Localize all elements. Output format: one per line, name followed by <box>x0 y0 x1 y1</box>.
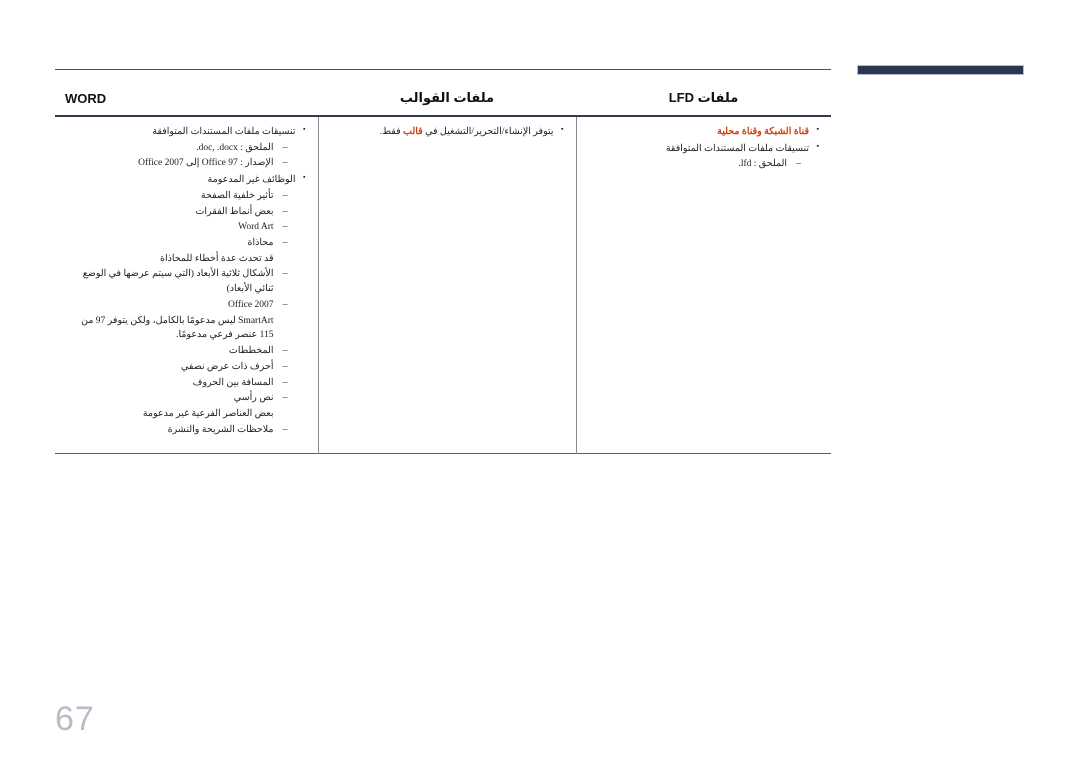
word-note-alignment: قد تحدث عدة أخطاء للمحاذاة <box>160 253 274 264</box>
word-formats-sublist: الملحق : doc, .docx. الإصدار : Office 97… <box>67 141 296 171</box>
word-unsupported-paragraph-styles: بعض أنماط الفقرات <box>67 205 296 220</box>
lfd-bullet-supported-channels: قناة الشبكة وقناة محلية <box>589 124 820 140</box>
template-bullet-availability: يتوفر الإنشاء/التحرير/التشغيل في قالب فق… <box>331 124 564 140</box>
template-availability-text: يتوفر الإنشاء/التحرير/التشغيل في قالب فق… <box>379 127 554 137</box>
word-list: تنسيقات ملفات المستندات المتوافقة الملحق… <box>67 124 306 438</box>
lfd-list: قناة الشبكة وقناة محلية تنسيقات ملفات ال… <box>589 124 820 172</box>
column-header-word: WORD <box>65 91 107 106</box>
word-note-subelements: بعض العناصر الفرعية غير مدعومة <box>142 408 274 419</box>
word-extension-item: الملحق : doc, .docx. <box>67 141 296 156</box>
word-unsupported-office-2007: Office 2007 <box>67 298 296 313</box>
word-bullet-formats: تنسيقات ملفات المستندات المتوافقة الملحق… <box>67 124 306 171</box>
page-number: 67 <box>55 700 95 738</box>
word-bullet-unsupported: الوظائف غير المدعومة تأثير خلفية الصفحة … <box>67 172 306 438</box>
lfd-formats-sublist: الملحق : lfd. <box>589 157 810 172</box>
cell-word-files: تنسيقات ملفات المستندات المتوافقة الملحق… <box>55 116 318 454</box>
header-rule <box>55 69 831 70</box>
word-version-item: الإصدار : Office 97 إلى Office 2007 <box>67 156 296 171</box>
word-unsupported-3d-shapes: الأشكال ثلاثية الأبعاد (التي سيتم عرضها … <box>67 267 296 296</box>
word-unsupported-vertical-text: نص رأسي <box>67 391 296 406</box>
word-unsupported-letter-spacing: المسافة بين الحروف <box>67 376 296 391</box>
word-unsupported-page-background: تأثير خلفية الصفحة <box>67 189 296 204</box>
table-header-row: ملفات LFD ملفات القوالب WORD <box>55 84 831 116</box>
header-accent-bar <box>857 65 1024 75</box>
cell-lfd-files: قناة الشبكة وقناة محلية تنسيقات ملفات ال… <box>575 116 831 454</box>
lfd-formats-label: تنسيقات ملفات المستندات المتوافقة <box>665 143 809 154</box>
table-row: قناة الشبكة وقناة محلية تنسيقات ملفات ال… <box>55 116 831 454</box>
word-unsupported-word-art: Word Art <box>67 220 296 235</box>
word-unsupported-charts: المخططات <box>67 344 296 359</box>
lfd-supported-channels-text: قناة الشبكة وقناة محلية <box>717 127 809 137</box>
template-highlight-word: قالب <box>403 127 423 137</box>
document-page: { "page": { "number": "67", "accent_colo… <box>0 0 1080 763</box>
cell-template-files: يتوفر الإنشاء/التحرير/التشغيل في قالب فق… <box>317 116 576 454</box>
column-header-templates: ملفات القوالب <box>399 90 495 105</box>
word-unsupported-slide-notes: ملاحظات الشريحة والنشرة <box>67 423 296 438</box>
column-header-lfd: ملفات LFD <box>668 90 739 105</box>
word-unsupported-halfwidth-chars: أحرف ذات عرض نصفي <box>67 360 296 375</box>
word-note-smartart: SmartArt ليس مدعومًا بالكامل، ولكن يتوفر… <box>81 315 274 341</box>
lfd-bullet-formats: تنسيقات ملفات المستندات المتوافقة الملحق… <box>589 141 820 172</box>
word-formats-label: تنسيقات ملفات المستندات المتوافقة <box>152 127 296 137</box>
word-unsupported-label: الوظائف غير المدعومة <box>207 175 296 186</box>
lfd-extension-item: الملحق : lfd. <box>589 157 810 172</box>
template-list: يتوفر الإنشاء/التحرير/التشغيل في قالب فق… <box>331 124 564 140</box>
compatibility-table: ملفات LFD ملفات القوالب WORD قناة الشبكة… <box>55 84 831 454</box>
word-unsupported-sublist: تأثير خلفية الصفحة بعض أنماط الفقرات Wor… <box>67 189 296 438</box>
word-unsupported-alignment: محاذاة <box>67 236 296 251</box>
